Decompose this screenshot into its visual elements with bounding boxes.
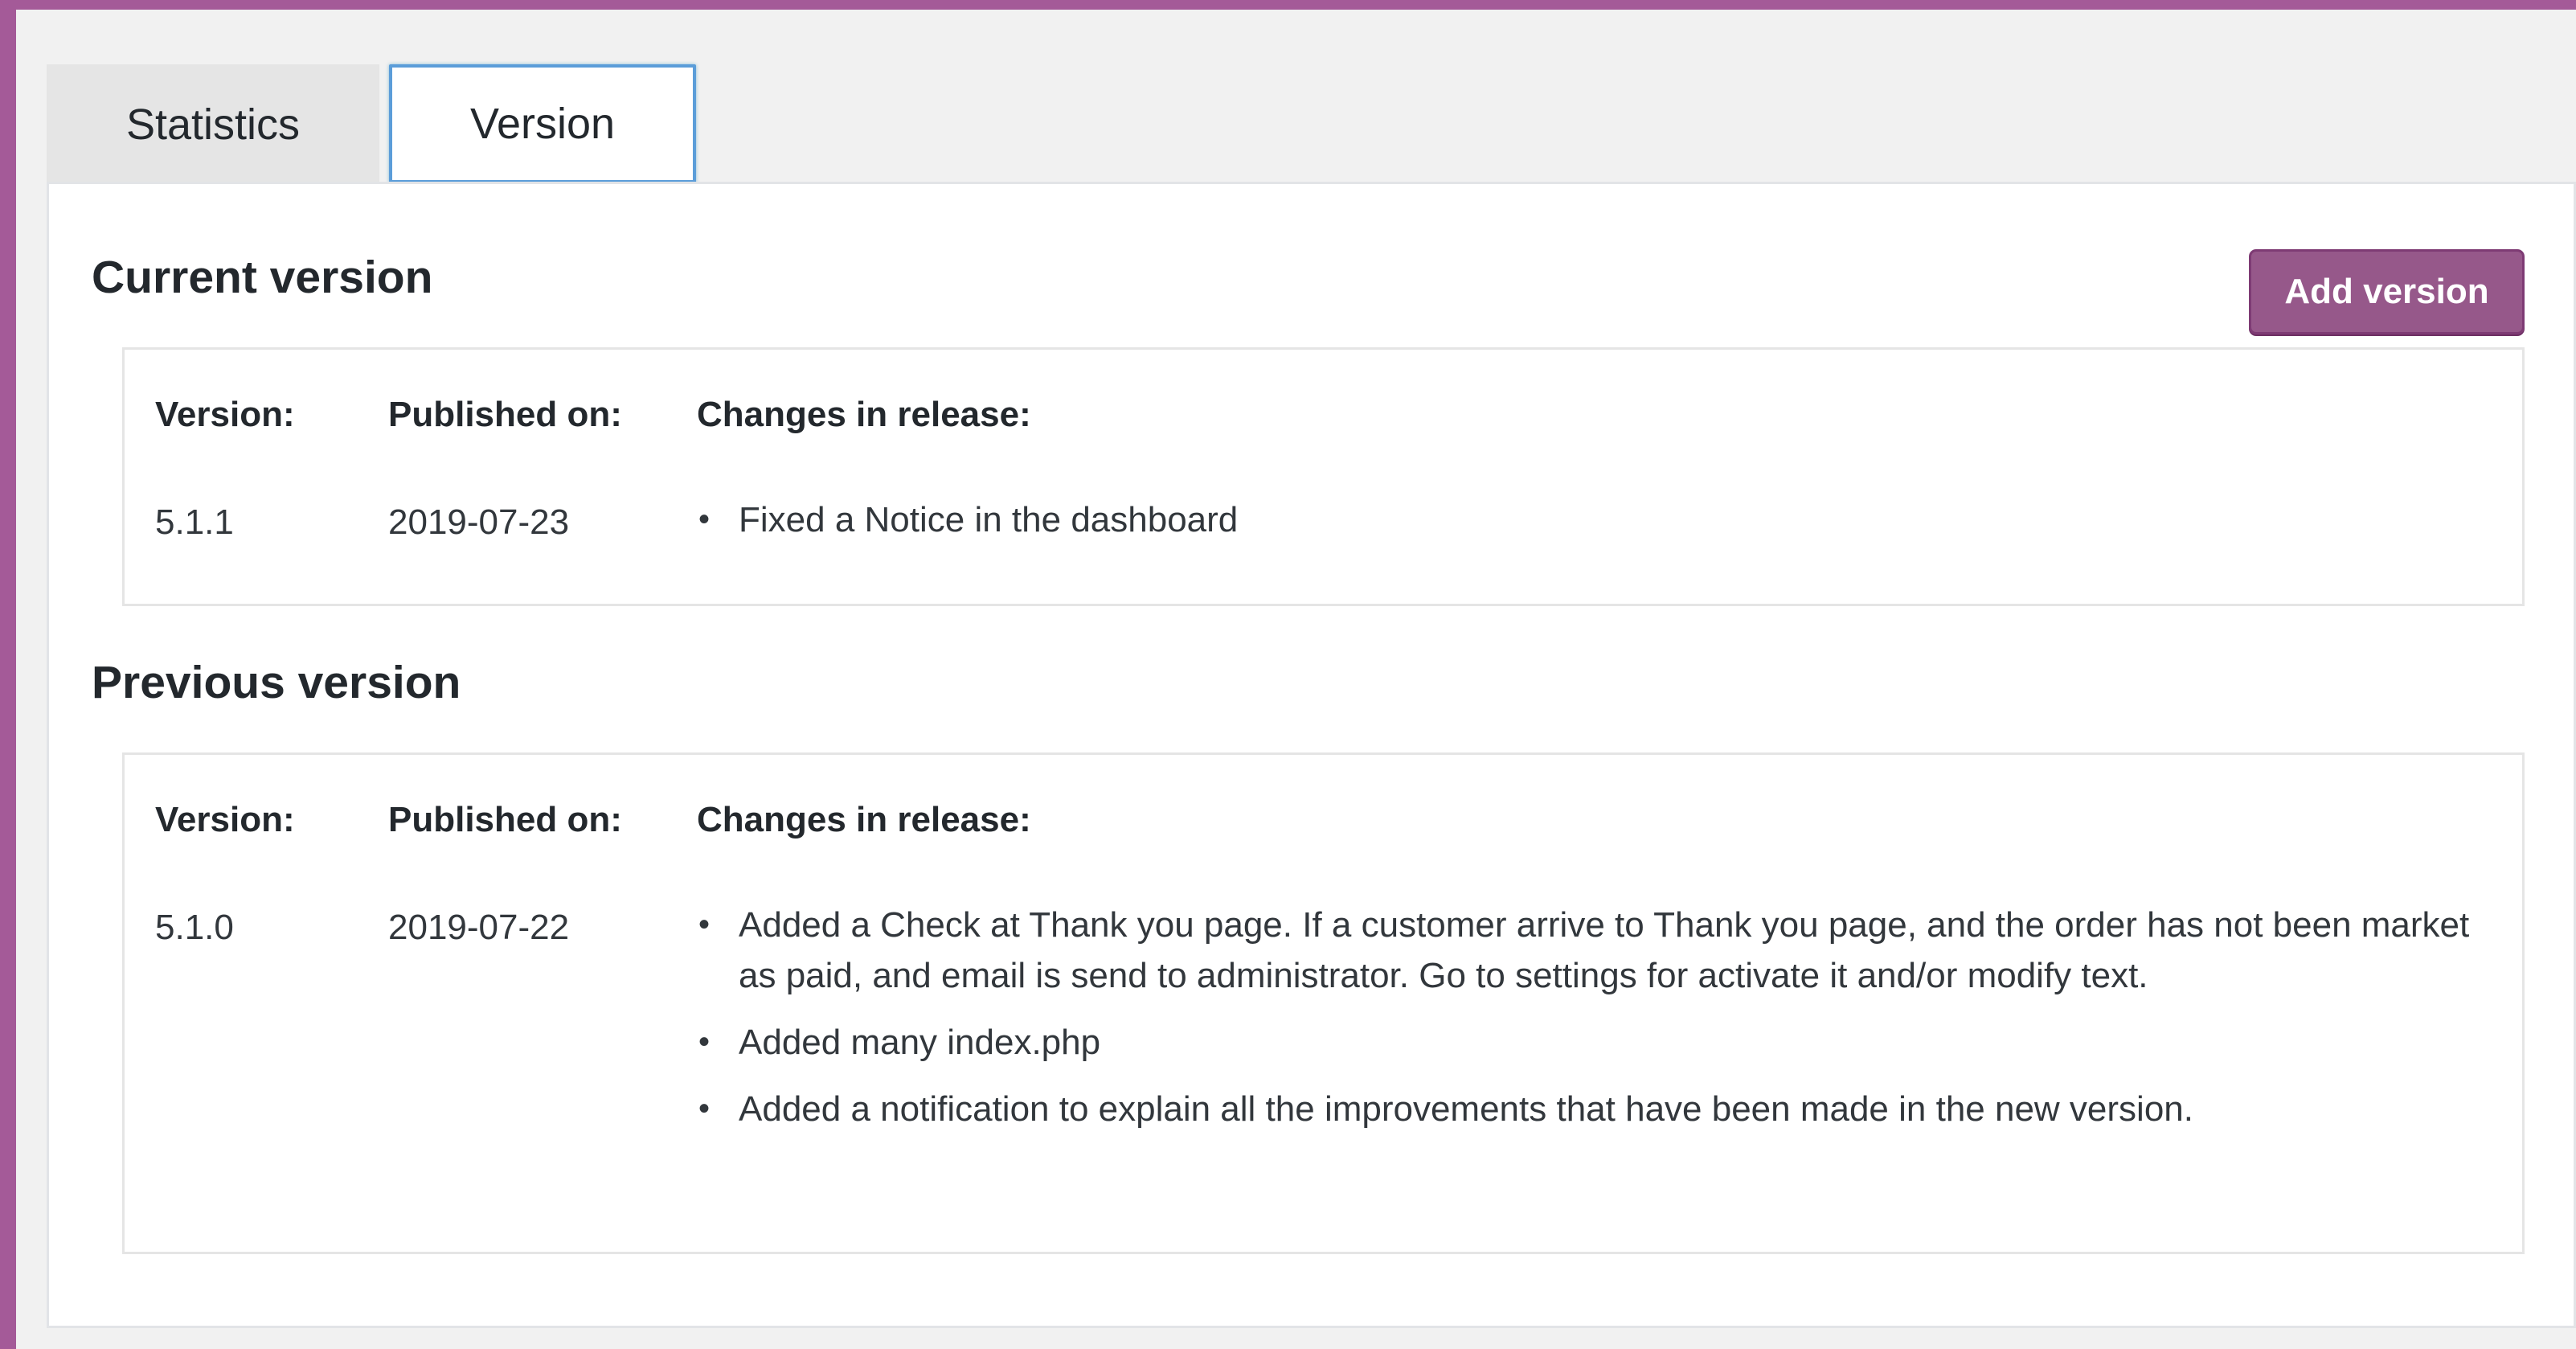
list-item: Fixed a Notice in the dashboard [697, 494, 2481, 545]
changes-header: Changes in release: [697, 395, 1031, 434]
version-header: Version: [155, 800, 295, 839]
current-version-title: Current version [92, 252, 433, 303]
changes-list: Fixed a Notice in the dashboard [697, 494, 2481, 561]
changes-header: Changes in release: [697, 800, 1031, 839]
current-version-box: Version: Published on: Changes in releas… [122, 347, 2525, 606]
version-header: Version: [155, 395, 295, 434]
admin-frame: Statistics Version Current version Add v… [16, 10, 2576, 1349]
version-value: 5.1.0 [155, 908, 234, 947]
tab-bar: Statistics Version [47, 64, 696, 183]
published-header: Published on: [388, 395, 622, 434]
list-item: Added a Check at Thank you page. If a cu… [697, 900, 2481, 1001]
published-header: Published on: [388, 800, 622, 839]
published-date: 2019-07-22 [388, 908, 570, 947]
previous-version-title: Previous version [92, 657, 461, 708]
version-value: 5.1.1 [155, 502, 234, 542]
list-item: Added a notification to explain all the … [697, 1084, 2481, 1134]
list-item: Added many index.php [697, 1017, 2481, 1068]
tab-statistics[interactable]: Statistics [47, 64, 379, 183]
tab-version[interactable]: Version [389, 64, 696, 183]
previous-version-box: Version: Published on: Changes in releas… [122, 752, 2525, 1254]
changes-list: Added a Check at Thank you page. If a cu… [697, 900, 2481, 1150]
add-version-button[interactable]: Add version [2249, 249, 2525, 334]
published-date: 2019-07-23 [388, 502, 570, 542]
